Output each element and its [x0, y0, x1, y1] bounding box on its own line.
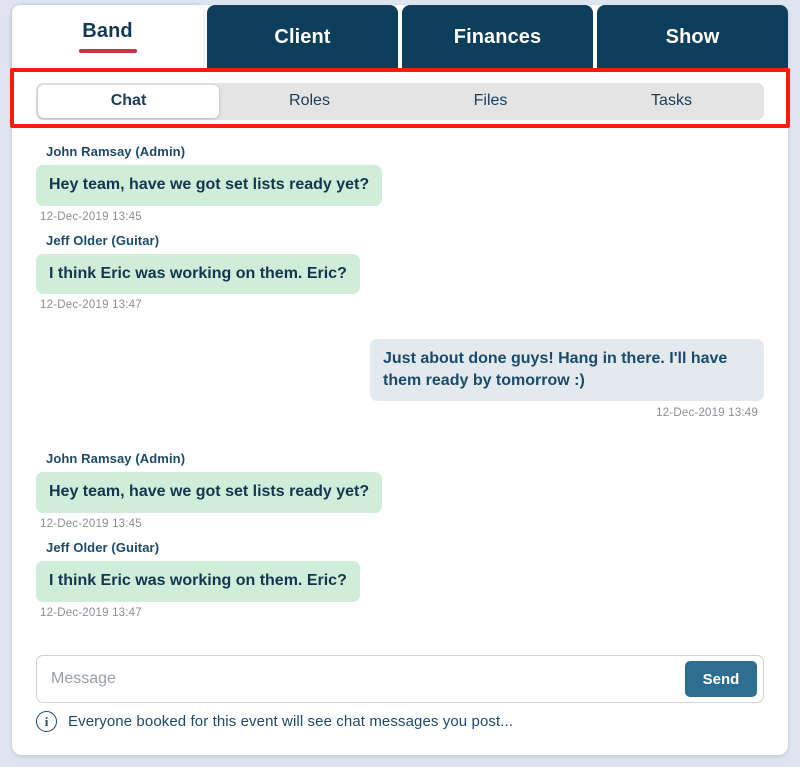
chat-message: Jeff Older (Guitar) I think Eric was wor… [36, 536, 764, 619]
message-group-spacer [36, 425, 764, 447]
tab-show[interactable]: Show [597, 5, 788, 68]
message-timestamp: 12-Dec-2019 13:47 [40, 299, 142, 312]
message-sender: Jeff Older (Guitar) [46, 539, 160, 555]
message-bubble: Just about done guys! Hang in there. I'l… [370, 339, 764, 402]
message-timestamp: 12-Dec-2019 13:47 [40, 606, 142, 619]
message-bubble: I think Eric was working on them. Eric? [36, 560, 360, 602]
sub-tab-bar: Chat Roles Files Tasks [36, 82, 764, 120]
chat-visibility-note: i Everyone booked for this event will se… [36, 711, 764, 732]
sub-tab-bar-wrapper: Chat Roles Files Tasks [12, 68, 788, 134]
chat-message: Just about done guys! Hang in there. I'l… [36, 339, 764, 419]
message-timestamp: 12-Dec-2019 13:45 [40, 517, 142, 530]
tab-finances-label: Finances [453, 25, 542, 48]
send-button[interactable]: Send [685, 661, 757, 697]
tab-band-label: Band [82, 19, 133, 42]
message-sender: Jeff Older (Guitar) [46, 232, 160, 248]
tab-client-label: Client [274, 25, 331, 48]
subtab-tasks-label: Tasks [651, 92, 692, 109]
subtab-chat[interactable]: Chat [38, 84, 219, 118]
band-chat-card: Band Client Finances Show Chat Roles Fil… [12, 5, 788, 755]
tab-client[interactable]: Client [207, 5, 398, 68]
message-sender: John Ramsay (Admin) [46, 144, 186, 159]
tab-show-label: Show [665, 25, 720, 48]
message-bubble: Hey team, have we got set lists ready ye… [36, 472, 383, 513]
message-group-spacer [36, 317, 764, 339]
message-timestamp: 12-Dec-2019 13:45 [40, 210, 142, 223]
main-tab-bar: Band Client Finances Show [12, 5, 788, 68]
chat-visibility-note-text: Everyone booked for this event will see … [68, 713, 514, 730]
message-bubble: Hey team, have we got set lists ready ye… [36, 165, 383, 206]
message-timestamp: 12-Dec-2019 13:49 [656, 407, 758, 420]
info-icon: i [36, 711, 57, 732]
subtab-roles[interactable]: Roles [219, 85, 400, 118]
subtab-files-label: Files [473, 92, 508, 109]
message-bubble: I think Eric was working on them. Eric? [36, 253, 360, 295]
message-composer: Send [36, 655, 764, 703]
tab-band[interactable]: Band [12, 5, 203, 68]
message-group-spacer [36, 625, 764, 647]
chat-message: John Ramsay (Admin) Hey team, have we go… [36, 447, 764, 530]
chat-message: Jeff Older (Guitar) I think Eric was wor… [36, 229, 764, 312]
message-input[interactable] [37, 657, 685, 701]
chat-message-list[interactable]: John Ramsay (Admin) Hey team, have we go… [12, 134, 788, 647]
subtab-chat-label: Chat [110, 92, 147, 109]
subtab-files[interactable]: Files [400, 85, 581, 118]
tab-finances[interactable]: Finances [402, 5, 593, 68]
subtab-tasks[interactable]: Tasks [581, 85, 762, 118]
chat-message: John Ramsay (Admin) Hey team, have we go… [36, 140, 764, 223]
subtab-roles-label: Roles [289, 92, 330, 109]
message-sender: John Ramsay (Admin) [46, 451, 186, 467]
active-tab-underline [78, 48, 137, 53]
